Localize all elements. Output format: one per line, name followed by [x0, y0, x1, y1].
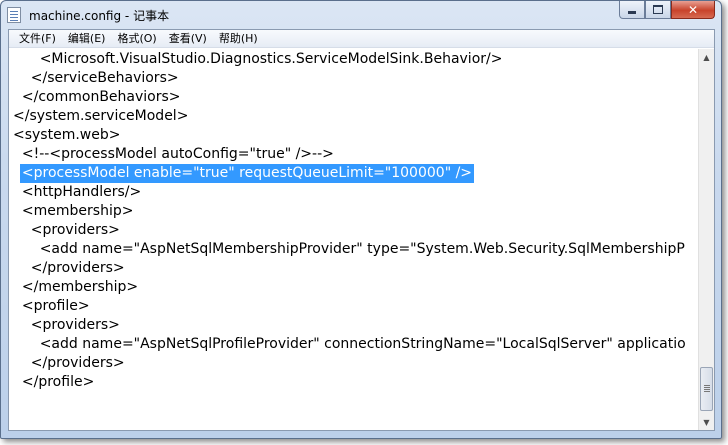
selected-text-line: <processModel enable="true" requestQueue… — [13, 165, 473, 181]
text-line: <providers> — [13, 317, 120, 333]
text-line: </system.serviceModel> — [13, 108, 189, 124]
notepad-window: machine.config - 记事本 ✕ 文件(F) 编辑(E) 格式(O)… — [0, 0, 722, 439]
menu-format[interactable]: 格式(O) — [111, 30, 162, 48]
window-controls: ✕ — [619, 1, 715, 21]
text-line: <add name="AspNetSqlProfileProvider" con… — [13, 336, 686, 352]
scroll-up-icon[interactable]: ▲ — [699, 49, 714, 65]
menu-bar: 文件(F) 编辑(E) 格式(O) 查看(V) 帮助(H) — [9, 30, 714, 48]
minimize-icon — [620, 1, 644, 18]
text-line: </providers> — [13, 260, 125, 276]
maximize-icon — [646, 1, 670, 18]
close-icon: ✕ — [687, 2, 699, 17]
scroll-thumb[interactable] — [700, 367, 713, 411]
text-line: </providers> — [13, 355, 125, 371]
text-line: <Microsoft.VisualStudio.Diagnostics.Serv… — [13, 51, 503, 67]
vertical-scrollbar[interactable]: ▲ ▼ — [698, 49, 714, 430]
minimize-button[interactable] — [619, 1, 645, 19]
text-line: </commonBehaviors> — [13, 89, 181, 105]
close-button[interactable]: ✕ — [671, 1, 715, 19]
window-title: machine.config - 记事本 — [29, 9, 170, 23]
menu-edit[interactable]: 编辑(E) — [62, 30, 112, 48]
text-line: <providers> — [13, 222, 120, 238]
text-line: <profile> — [13, 298, 90, 314]
text-editor[interactable]: <Microsoft.VisualStudio.Diagnostics.Serv… — [9, 49, 698, 430]
text-line: <system.web> — [13, 127, 121, 143]
text-line: <membership> — [13, 203, 134, 219]
menu-view[interactable]: 查看(V) — [163, 30, 213, 48]
menu-file[interactable]: 文件(F) — [13, 30, 62, 48]
text-line: <!--<processModel autoConfig="true" />--… — [13, 146, 334, 162]
maximize-button[interactable] — [645, 1, 671, 19]
menu-help[interactable]: 帮助(H) — [213, 30, 264, 48]
title-bar[interactable]: machine.config - 记事本 ✕ — [1, 1, 721, 29]
client-area: 文件(F) 编辑(E) 格式(O) 查看(V) 帮助(H) <Microsoft… — [8, 29, 715, 431]
text-line: <add name="AspNetSqlMembershipProvider" … — [13, 241, 685, 257]
text-line: </membership> — [13, 279, 139, 295]
notepad-icon — [7, 7, 21, 23]
text-line: </serviceBehaviors> — [13, 70, 179, 86]
text-line: </profile> — [13, 374, 95, 390]
text-line: <httpHandlers/> — [13, 184, 142, 200]
scroll-down-icon[interactable]: ▼ — [699, 414, 714, 430]
